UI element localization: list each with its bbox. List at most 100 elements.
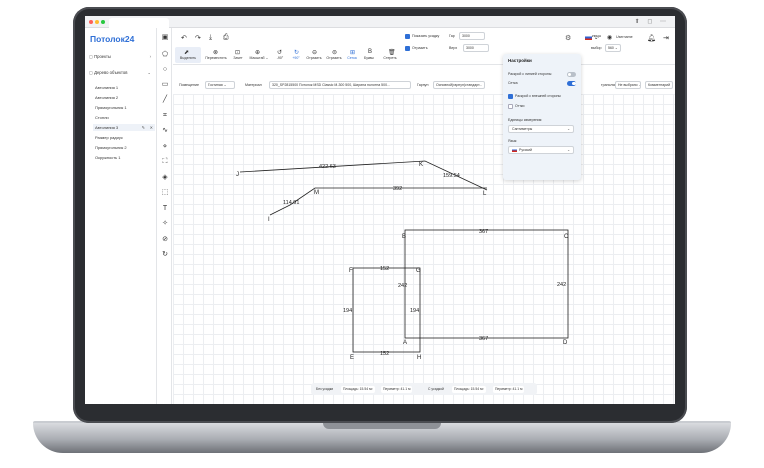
maximize-dot[interactable] (101, 20, 105, 24)
zoom-button[interactable]: Масштаб ⌄ (247, 56, 271, 60)
room-select[interactable]: Гостиная ⌄ (205, 81, 235, 89)
line-icon[interactable]: ╱ (161, 96, 169, 104)
chevron-down-icon: ⌄ (147, 70, 151, 75)
erase-button[interactable]: Стереть (381, 56, 399, 60)
browser-tab[interactable] (109, 18, 169, 28)
status-perimeter-shrink: Периметр: 41.1 м (493, 386, 525, 393)
dimension-label: 114.91 (283, 200, 299, 206)
zachet-button[interactable]: Зачет (229, 56, 247, 60)
polygon-icon[interactable]: ⬠ (161, 51, 169, 59)
fill-icon[interactable]: ◈ (161, 174, 169, 182)
light-icon[interactable]: ✧ (161, 220, 169, 228)
disabled-icon[interactable]: ⊘ (161, 236, 169, 244)
grid-button[interactable]: Сетка (345, 56, 359, 60)
point-label: A (403, 340, 407, 346)
select-button[interactable]: Выделить (177, 56, 199, 60)
drawing-canvas[interactable]: J K L M I B C D A F G E H 422.63 159.54 … (173, 94, 675, 404)
app-logo: Потолок24 (90, 34, 135, 44)
panel-icon[interactable]: ▣ (161, 34, 169, 42)
dimension-label: 194 (343, 308, 352, 314)
gap-input[interactable]: 3000 (459, 32, 485, 40)
status-no-shrink: Без усадки (316, 387, 334, 391)
dimension-label: 422.63 (319, 164, 336, 170)
units-select[interactable]: Сантиметры ⌄ (508, 125, 574, 133)
point-label: C (564, 234, 569, 240)
rectangle-icon[interactable]: ▭ (161, 81, 169, 89)
tree-item[interactable]: Прямоугольник 2 (95, 144, 153, 151)
grid-icon: ⊞ (350, 50, 356, 56)
language-label: Язык: (508, 139, 518, 143)
choose-select[interactable]: 560 ⌄ (605, 44, 621, 52)
letters-icon: B (368, 49, 373, 55)
units-label: Единицы измерения: (508, 118, 543, 122)
tree-item-label: Автолиния 1 (95, 85, 119, 90)
rotate-right-button[interactable]: +90° (289, 56, 303, 60)
tree-item[interactable]: Стопли (95, 114, 153, 121)
letters-button[interactable]: Буквы (362, 56, 376, 60)
show-corner-checkbox[interactable] (405, 34, 410, 39)
zachet-icon: ⊡ (235, 50, 241, 56)
logout-icon[interactable]: ⇥ (663, 34, 669, 42)
redo-icon[interactable]: ↷ (195, 34, 201, 42)
ceiling-drawing[interactable]: J K L M I B C D A F G E H 422.63 159.54 … (173, 94, 675, 404)
curve-icon[interactable]: ∿ (161, 127, 169, 135)
tree-item-label: Прямоугольник 1 (95, 105, 127, 110)
settings-gear-icon[interactable]: ⚙ (565, 34, 571, 42)
dimension-label: 242 (398, 283, 407, 289)
sidebar-section-projects[interactable]: ▢ Проекты › (89, 54, 153, 59)
dimension-label: 367 (479, 229, 488, 235)
bell-icon[interactable]: 🔔︎ (647, 34, 656, 42)
tree-item[interactable]: Прямоугольник 1 (95, 104, 153, 111)
rotate-icon[interactable]: ↻ (161, 251, 169, 259)
extra-select[interactable]: Не выбрано ⌄ (615, 81, 641, 89)
select-area-icon[interactable]: ⬚ (161, 189, 169, 197)
gap-label: Гар (449, 34, 455, 38)
comment-field[interactable]: Комментарий (645, 81, 673, 89)
user-name[interactable]: Username (616, 35, 633, 39)
move-button[interactable]: Переместить (203, 56, 229, 60)
close-dot[interactable] (89, 20, 93, 24)
tree-item-selected[interactable]: Автолиния 3 ✎ ✕ (93, 124, 155, 131)
mirror-v-button[interactable]: Отразить (325, 56, 343, 60)
crop-icon[interactable]: ⌗ (161, 112, 169, 120)
download-icon[interactable]: ⤓ (209, 34, 212, 42)
height-input[interactable]: 3000 (463, 44, 489, 52)
material-select[interactable]: 320_SP2815500 Потолок MSD Classic M-300 … (269, 81, 411, 89)
dimension-label: 392 (393, 186, 402, 192)
close-icon[interactable]: ✕ (150, 124, 153, 131)
fixture-select[interactable]: Основной(гарпун)стандарт... (433, 81, 485, 89)
section-label: Дерево объектов (94, 70, 128, 75)
outer-cut-checkbox[interactable] (508, 94, 513, 99)
reflect-checkbox[interactable] (405, 46, 410, 51)
otki-checkbox[interactable] (508, 104, 513, 109)
text-icon[interactable]: T (161, 205, 169, 213)
tree-item[interactable]: Автолиния 1 (95, 84, 153, 91)
toggle-switch-off[interactable] (567, 72, 576, 77)
dimension-label: 367 (479, 336, 488, 342)
language-value: Русский (519, 148, 532, 152)
tree-item[interactable]: Размер радиус (95, 134, 153, 141)
mirror-h-button[interactable]: Отразить (305, 56, 323, 60)
undo-icon[interactable]: ↶ (181, 34, 187, 42)
minimize-dot[interactable] (95, 20, 99, 24)
sidebar-section-tree[interactable]: ▢ Дерево объектов ⌄ (89, 70, 153, 75)
chevron-down-icon: ⌄ (567, 148, 570, 152)
rotate-right-icon: ↻ (294, 50, 300, 56)
rectangle-large[interactable] (404, 229, 569, 339)
print-icon[interactable]: ⎙ (223, 34, 229, 42)
tree-item[interactable]: Окружность 1 (95, 154, 153, 161)
dimension-label: 242 (557, 282, 566, 288)
toggle-switch-on[interactable] (567, 81, 576, 86)
user-avatar-icon[interactable]: ◉ (607, 34, 612, 41)
zoom-label: Масштаб (249, 56, 265, 60)
rotate-left-button[interactable]: -90° (273, 56, 287, 60)
point-label: E (350, 355, 354, 361)
autoline-middle[interactable] (269, 187, 487, 216)
circle-icon[interactable]: ○ (161, 66, 169, 74)
point-icon[interactable]: ⋄ (161, 143, 169, 151)
frame-icon[interactable]: ⛶ (161, 158, 169, 166)
language-select[interactable]: Русский ⌄ (508, 146, 574, 154)
edit-icon[interactable]: ✎ (142, 124, 145, 131)
tree-item[interactable]: Автолиния 2 (95, 94, 153, 101)
language-flag-icon[interactable]: ⌄ (585, 34, 599, 41)
